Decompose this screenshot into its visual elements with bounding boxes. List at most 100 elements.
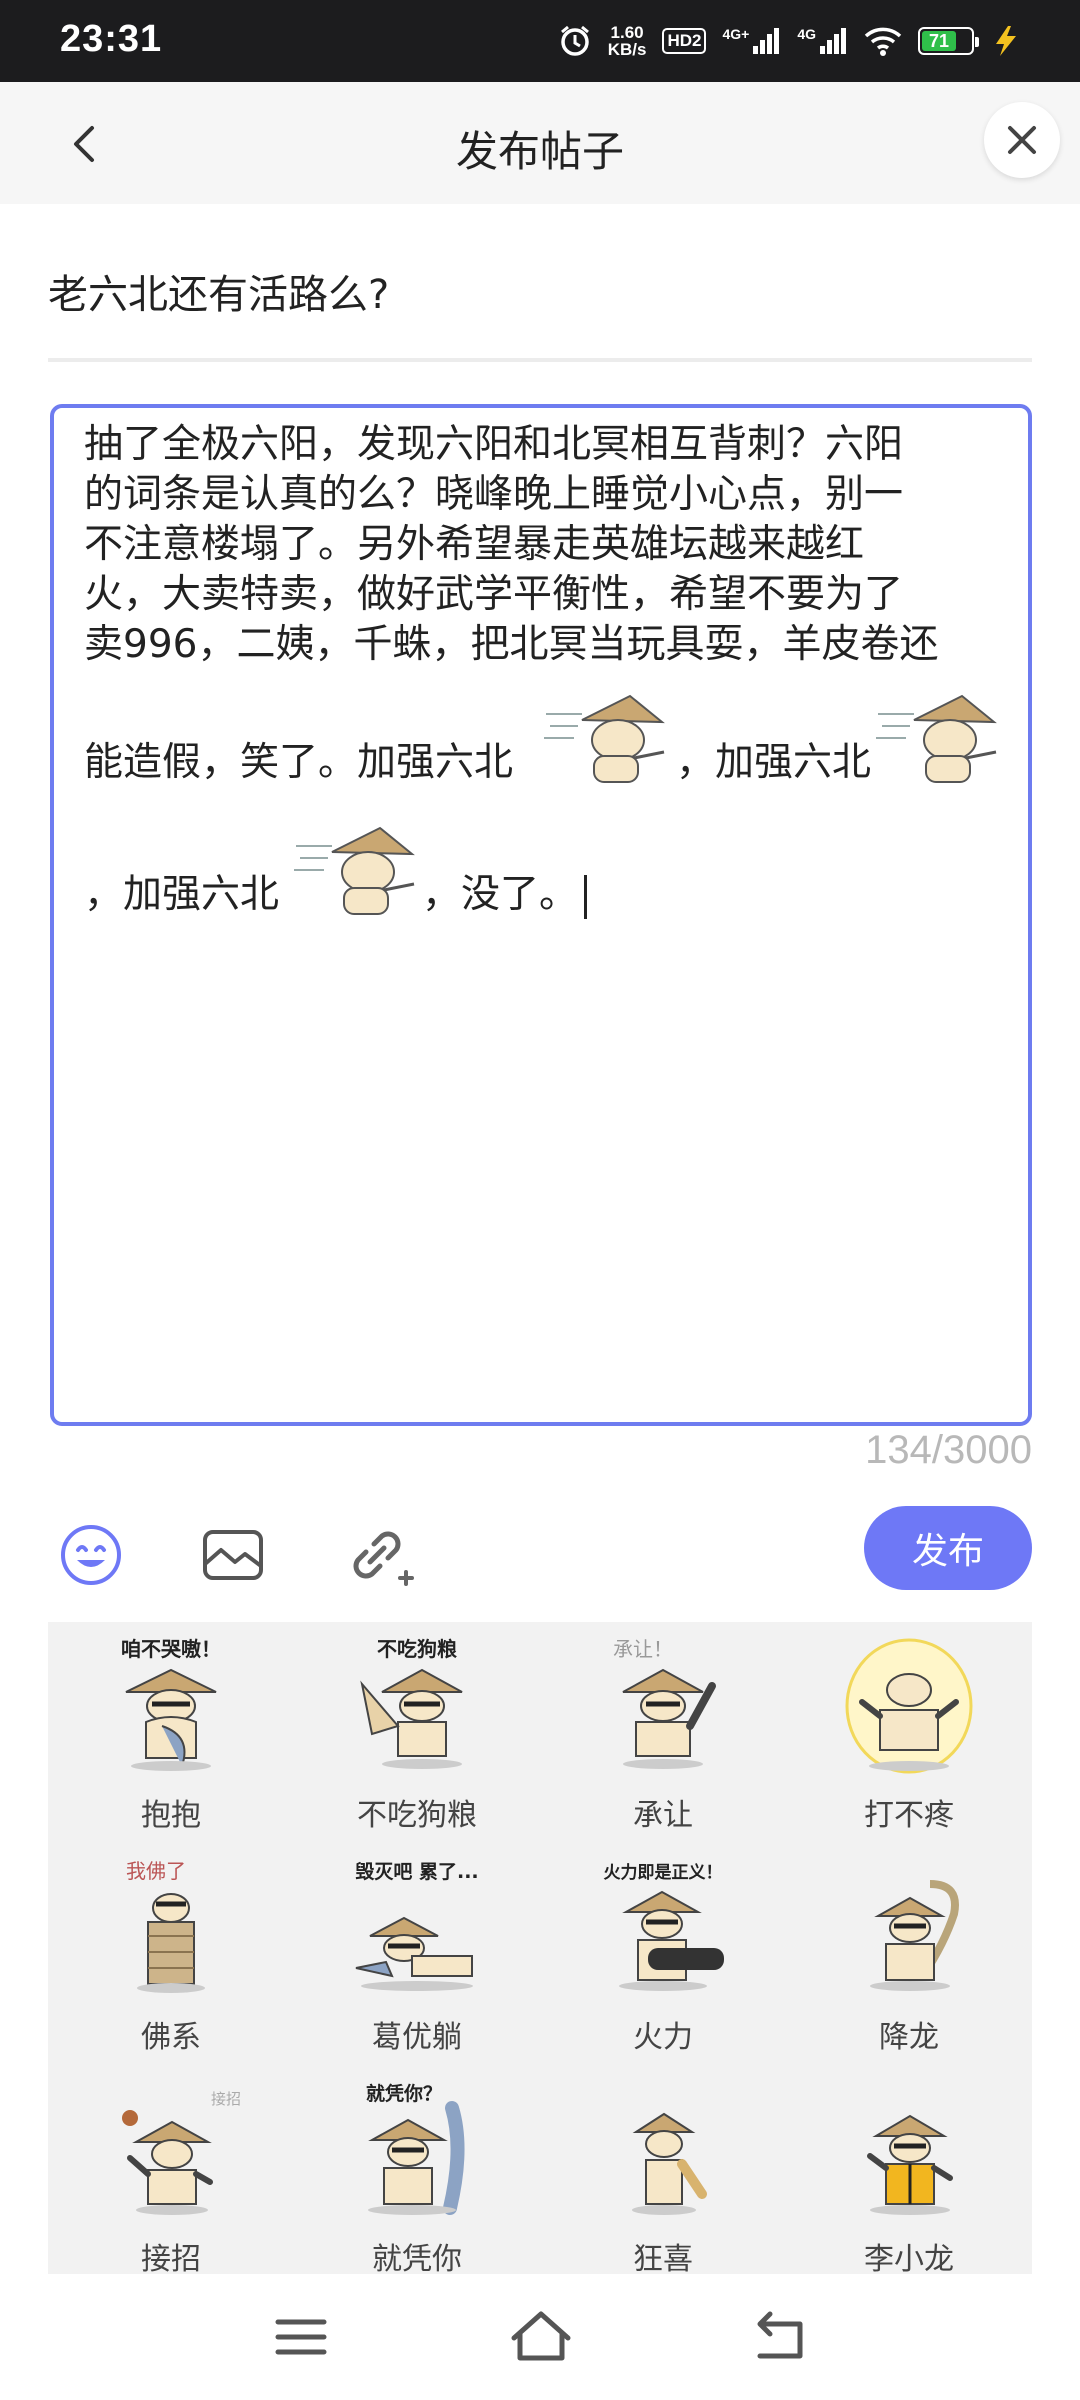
signal-icon: 4G+ bbox=[722, 26, 781, 56]
sticker-label: 抱抱 bbox=[141, 1798, 201, 1833]
system-nav-bar bbox=[0, 2274, 1080, 2400]
content-text-segment: ，没了。 bbox=[422, 870, 588, 920]
image-button[interactable] bbox=[200, 1522, 266, 1588]
dragon-sticker-icon bbox=[870, 1880, 959, 1991]
sticker-caption: 毁灭吧 累了... bbox=[355, 1860, 478, 1883]
emoji-icon bbox=[61, 1525, 121, 1585]
sticker-label: 打不疼 bbox=[864, 1798, 954, 1833]
content-line-with-stickers: 能造假，笑了。加强六北 ，加强六北 bbox=[84, 670, 1004, 802]
content-text-segment: ，加强六北 bbox=[84, 872, 280, 917]
lying-down-sticker-icon: 毁灭吧 累了... bbox=[355, 1860, 479, 1991]
sticker-label: 火力 bbox=[633, 2020, 693, 2055]
hug-sticker-icon: 咱不哭嗷！ bbox=[121, 1637, 221, 1771]
content-text-segment: ，加强六北 bbox=[676, 740, 872, 785]
sticker-item[interactable]: 承让！ 承让 bbox=[540, 1622, 786, 1844]
post-content-editor[interactable]: 抽了全极六阳，发现六阳和北冥相互背刺？六阳 的词条是认真的么？晓峰晚上睡觉小心点… bbox=[50, 404, 1032, 1426]
firepower-sticker-icon: 火力即是正义！ bbox=[604, 1862, 724, 1991]
sticker-item[interactable]: 我佛了 佛系 bbox=[48, 1844, 294, 2066]
content-line: 卖996，二姨，千蛛，把北冥当玩具耍，羊皮卷还 bbox=[84, 622, 939, 667]
inline-sticker-icon bbox=[876, 694, 997, 783]
invincible-sticker-icon bbox=[845, 1638, 973, 1774]
sticker-item[interactable]: 不吃狗粮 不吃狗粮 bbox=[294, 1622, 540, 1844]
sticker-label: 降龙 bbox=[879, 2020, 939, 2055]
link-button[interactable] bbox=[342, 1522, 414, 1588]
inline-sticker-icon bbox=[544, 694, 665, 783]
sticker-caption: 咱不哭嗷！ bbox=[121, 1637, 221, 1661]
sticker-label: 狂喜 bbox=[633, 2242, 693, 2274]
inline-sticker-icon bbox=[294, 826, 415, 915]
sticker-item[interactable]: 降龙 bbox=[786, 1844, 1032, 2066]
ecstatic-sticker-icon bbox=[632, 2112, 707, 2215]
content-line-with-stickers: ，加强六北 ，没了。 bbox=[84, 802, 1004, 934]
back-icon bbox=[757, 2311, 803, 2359]
sticker-caption: 承让！ bbox=[613, 1637, 673, 1661]
sticker-item[interactable]: 就凭你？ 就凭你 bbox=[294, 2066, 540, 2274]
sticker-caption: 就凭你？ bbox=[366, 2082, 442, 2105]
publish-button[interactable]: 发布 bbox=[864, 1506, 1032, 1590]
wifi-icon bbox=[864, 25, 902, 57]
close-button[interactable] bbox=[984, 102, 1060, 178]
page-title: 发布帖子 bbox=[455, 127, 624, 176]
battery-level: 71 bbox=[922, 31, 957, 51]
post-title-input[interactable]: 老六北还有活路么? bbox=[48, 262, 1032, 320]
nav-back-button[interactable] bbox=[746, 2304, 816, 2370]
image-icon bbox=[203, 1530, 263, 1580]
menu-button[interactable] bbox=[266, 2304, 336, 2370]
link-add-icon bbox=[353, 1531, 414, 1586]
sticker-item[interactable]: 火力即是正义！ 火力 bbox=[540, 1844, 786, 2066]
sticker-caption: 火力即是正义！ bbox=[604, 1862, 723, 1883]
char-counter: 134/3000 bbox=[865, 1428, 1032, 1472]
title-divider bbox=[48, 358, 1032, 362]
sticker-caption: 我佛了 bbox=[126, 1859, 186, 1883]
buddha-sticker-icon: 我佛了 bbox=[126, 1859, 205, 1993]
net-speed-value: 1.60 bbox=[610, 23, 644, 42]
content-line: 不注意楼塌了。另外希望暴走英雄坛越来越红 bbox=[84, 522, 865, 567]
sticker-label: 就凭你 bbox=[372, 2242, 462, 2274]
sticker-item[interactable]: 李小龙 bbox=[786, 2066, 1032, 2274]
alarm-icon bbox=[558, 24, 592, 58]
home-icon bbox=[511, 2311, 571, 2361]
sticker-label: 葛优躺 bbox=[372, 2020, 462, 2055]
post-content-text[interactable]: 抽了全极六阳，发现六阳和北冥相互背刺？六阳 的词条是认真的么？晓峰晚上睡觉小心点… bbox=[84, 420, 1004, 934]
sticker-item[interactable]: 狂喜 bbox=[540, 2066, 786, 2274]
hd-icon: HD2 bbox=[662, 28, 707, 54]
net-speed-unit: KB/s bbox=[607, 40, 647, 59]
sticker-item[interactable]: 打不疼 bbox=[786, 1622, 1032, 1844]
text-cursor bbox=[584, 874, 588, 919]
content-text-segment: 能造假，笑了。加强六北 bbox=[84, 740, 514, 785]
sticker-panel: 咱不哭嗷！ 抱抱 不吃狗粮 不吃狗粮 承让！ 承让 打不疼 我佛了 佛系 毁灭吧… bbox=[48, 1622, 1032, 2274]
sticker-item[interactable]: 毁灭吧 累了... 葛优躺 bbox=[294, 1844, 540, 2066]
emoji-button[interactable] bbox=[58, 1522, 124, 1588]
take-move-sticker-icon: 接招 bbox=[122, 2090, 241, 2215]
sticker-label: 接招 bbox=[141, 2242, 201, 2274]
sticker-label: 佛系 bbox=[141, 2020, 201, 2055]
signal-icon: 4G bbox=[797, 26, 848, 56]
home-button[interactable] bbox=[506, 2304, 576, 2370]
just-you-sticker-icon: 就凭你？ bbox=[366, 2082, 465, 2215]
content-line: 抽了全极六阳，发现六阳和北冥相互背刺？六阳 bbox=[84, 422, 904, 467]
sticker-caption: 接招 bbox=[211, 2090, 241, 2108]
close-icon bbox=[1008, 126, 1036, 154]
status-icons: 1.60 KB/s HD2 4G+ 4G 71 bbox=[558, 20, 1020, 62]
concede-sticker-icon: 承让！ bbox=[613, 1637, 716, 1769]
content-text-end: ，没了。 bbox=[422, 872, 579, 917]
status-time: 23:31 bbox=[60, 18, 163, 60]
signal-label: 4G+ bbox=[722, 26, 750, 42]
sticker-label: 不吃狗粮 bbox=[357, 1798, 477, 1833]
header: 发布帖子 bbox=[0, 82, 1080, 204]
bruce-lee-sticker-icon bbox=[867, 2114, 953, 2215]
menu-icon bbox=[275, 2319, 327, 2355]
sticker-caption: 不吃狗粮 bbox=[377, 1637, 457, 1661]
sticker-label: 承让 bbox=[633, 1798, 693, 1833]
sticker-item[interactable]: 咱不哭嗷！ 抱抱 bbox=[48, 1622, 294, 1844]
content-line: 的词条是认真的么？晓峰晚上睡觉小心点，别一 bbox=[84, 472, 904, 517]
sticker-label: 李小龙 bbox=[864, 2242, 954, 2274]
battery-icon: 71 bbox=[918, 27, 979, 55]
sticker-item[interactable]: 接招 接招 bbox=[48, 2066, 294, 2274]
content-line: 火，大卖特卖，做好武学平衡性，希望不要为了 bbox=[84, 572, 904, 617]
charging-icon bbox=[990, 24, 1020, 58]
no-dog-food-sticker-icon: 不吃狗粮 bbox=[360, 1637, 463, 1769]
signal-label: 4G bbox=[797, 26, 816, 42]
status-bar: 23:31 1.60 KB/s HD2 4G+ 4G 71 bbox=[0, 0, 1080, 82]
net-speed: 1.60 KB/s bbox=[608, 24, 647, 58]
